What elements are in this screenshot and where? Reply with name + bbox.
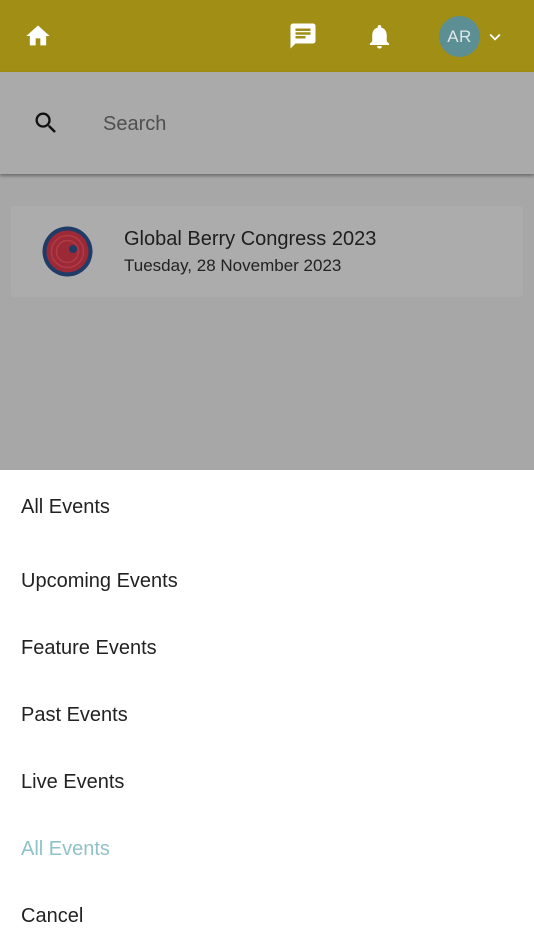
event-filter-sheet: All Events Upcoming Events Feature Event…	[0, 470, 534, 950]
user-avatar[interactable]: AR	[439, 16, 480, 57]
search-icon	[35, 112, 56, 133]
notifications-button[interactable]	[359, 16, 399, 56]
chat-icon	[290, 23, 316, 49]
home-button[interactable]	[18, 16, 58, 56]
event-date: Tuesday, 28 November 2023	[124, 256, 342, 275]
account-menu-button[interactable]	[484, 26, 506, 48]
search-input[interactable]	[96, 104, 496, 144]
messages-button[interactable]	[283, 16, 323, 56]
option-feature-events[interactable]: Feature Events	[21, 637, 157, 660]
event-card[interactable]: Global Berry Congress 2023 Tuesday, 28 N…	[11, 206, 523, 297]
option-past-events[interactable]: Past Events	[21, 704, 128, 727]
bell-icon	[369, 24, 389, 49]
event-title: Global Berry Congress 2023	[124, 228, 377, 250]
sheet-title: All Events	[21, 496, 110, 518]
top-app-bar: AR	[0, 0, 534, 72]
option-all-events[interactable]: All Events	[21, 838, 110, 861]
chevron-down-icon	[489, 33, 501, 41]
option-upcoming-events[interactable]: Upcoming Events	[21, 570, 178, 593]
cancel-button[interactable]: Cancel	[21, 905, 83, 928]
home-icon	[26, 25, 50, 46]
event-logo-icon	[42, 226, 93, 277]
option-live-events[interactable]: Live Events	[21, 771, 124, 794]
